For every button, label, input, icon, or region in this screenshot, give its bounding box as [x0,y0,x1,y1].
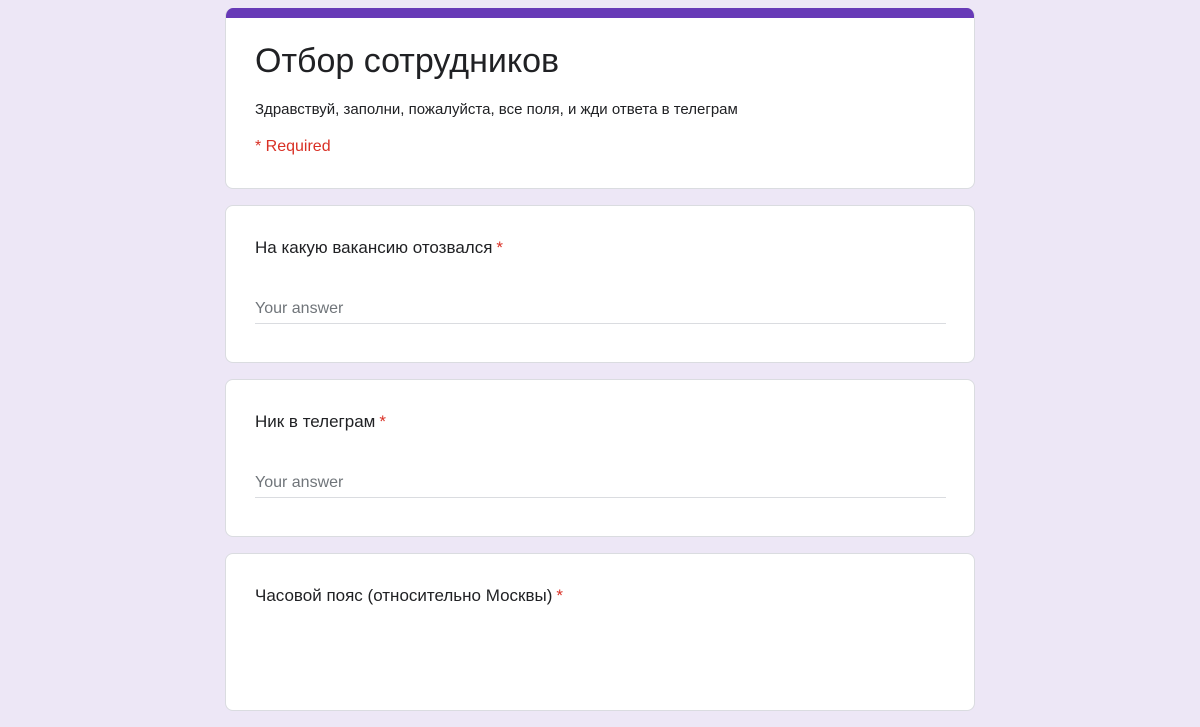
question-card-vacancy: На какую вакансию отозвался * [225,205,975,363]
question-label-vacancy: На какую вакансию отозвался * [255,236,503,260]
required-asterisk: * [379,412,386,431]
form-header-card: Отбор сотрудников Здравствуй, заполни, п… [225,8,975,189]
form-title: Отбор сотрудников [255,42,560,80]
question-text: На какую вакансию отозвался [255,238,493,257]
question-text: Ник в телеграм [255,412,376,431]
required-note: * Required [255,138,331,155]
question-card-telegram: Ник в телеграм * [225,379,975,537]
form-column: Отбор сотрудников Здравствуй, заполни, п… [225,8,975,727]
header-accent-bar [226,8,974,18]
required-asterisk: * [496,238,504,257]
telegram-answer-input[interactable] [255,468,946,498]
question-text: Часовой пояс (относительно Москвы) [255,586,553,605]
required-asterisk: * [556,586,564,605]
vacancy-answer-input[interactable] [255,294,946,324]
question-label-telegram: Ник в телеграм * [255,410,386,434]
question-card-timezone: Часовой пояс (относительно Москвы) * [225,553,975,711]
form-description: Здравствуй, заполни, пожалуйста, все пол… [255,101,738,118]
question-label-timezone: Часовой пояс (относительно Москвы) * [255,584,563,608]
